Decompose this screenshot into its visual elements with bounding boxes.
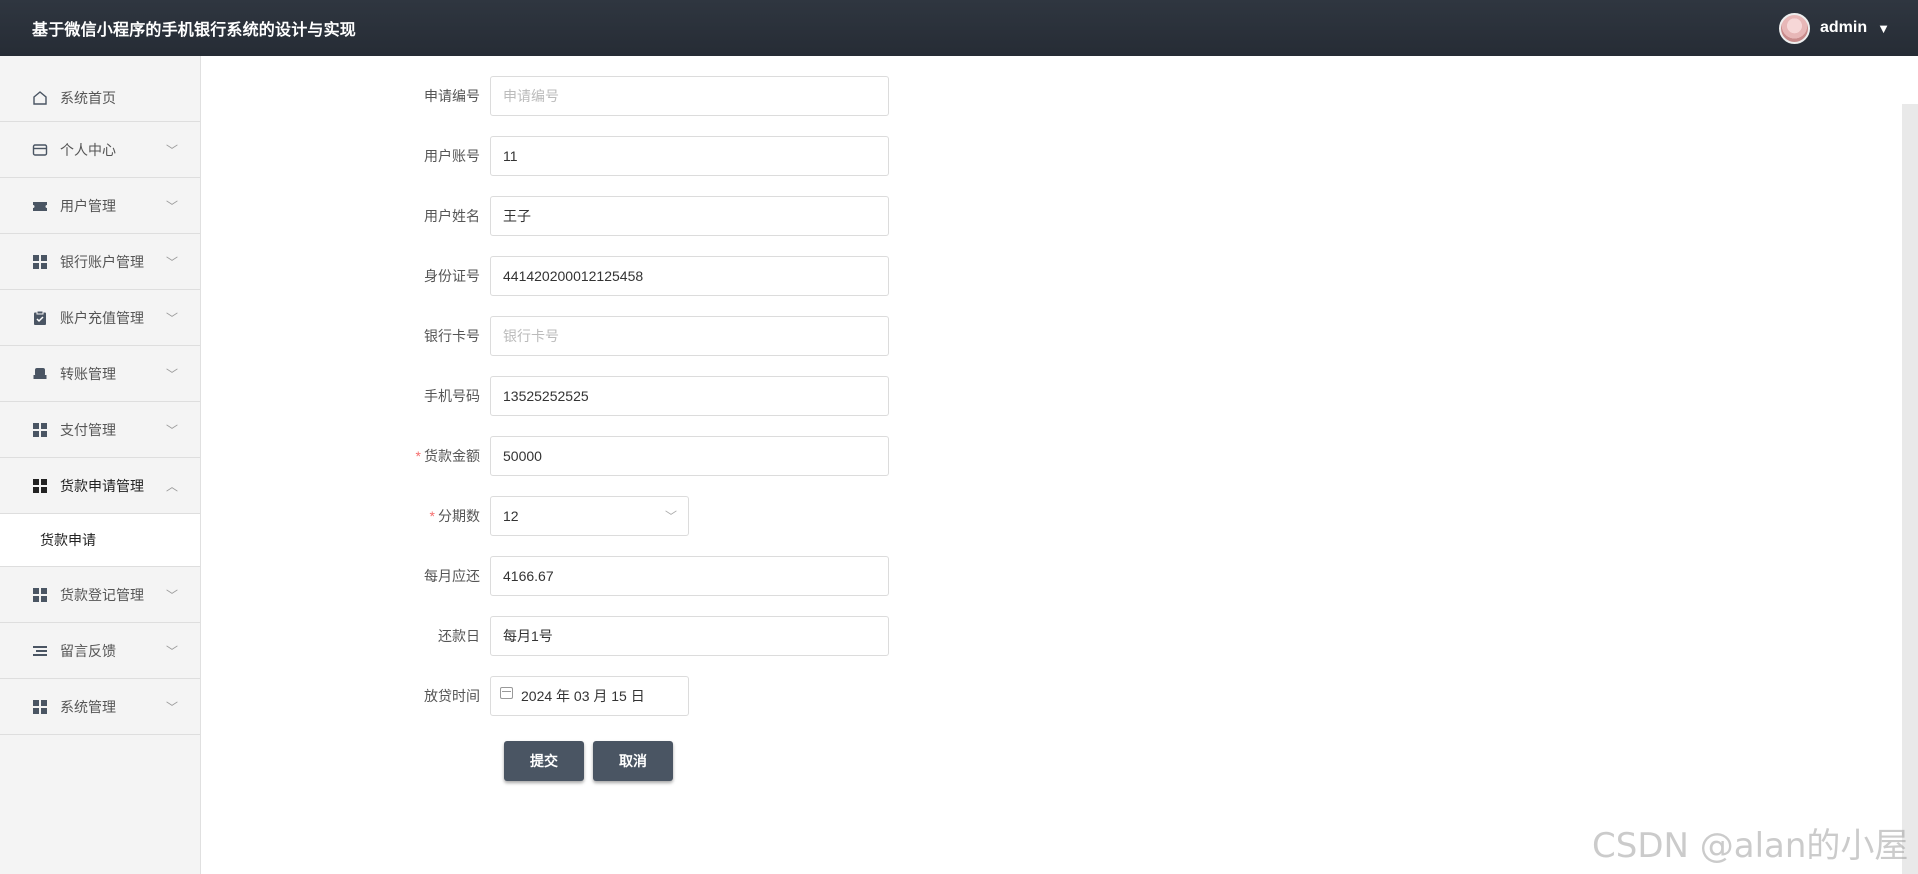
sidebar-item-system[interactable]: 系统管理 ﹀ bbox=[0, 679, 200, 735]
id-number-input[interactable] bbox=[490, 256, 889, 296]
form-row-loan-amount: * 货款金额 bbox=[202, 436, 889, 476]
avatar[interactable] bbox=[1779, 12, 1810, 44]
field-label: * 分期数 bbox=[202, 506, 490, 526]
form-row-application-no: 申请编号 bbox=[202, 76, 889, 116]
form-row-phone: 手机号码 bbox=[202, 376, 889, 416]
sidebar-item-label: 系统首页 bbox=[60, 89, 116, 106]
sidebar: 系统首页 个人中心 ﹀ 用户管理 ﹀ 银行账户管理 ﹀ 账户充值管理 ﹀ 转账管… bbox=[0, 56, 201, 874]
application-no-input[interactable] bbox=[490, 76, 889, 116]
sidebar-item-label: 系统管理 bbox=[60, 698, 116, 715]
chevron-down-icon: ﹀ bbox=[165, 199, 178, 213]
sidebar-item-label: 用户管理 bbox=[60, 197, 116, 214]
chevron-down-icon: ﹀ bbox=[165, 367, 178, 381]
caret-down-icon[interactable]: ▼ bbox=[1877, 21, 1890, 36]
sidebar-item-users[interactable]: 用户管理 ﹀ bbox=[0, 178, 200, 234]
grid-icon bbox=[31, 698, 48, 715]
ticket-icon bbox=[31, 197, 48, 214]
loan-date-input[interactable] bbox=[490, 676, 689, 716]
sidebar-item-bank-accounts[interactable]: 银行账户管理 ﹀ bbox=[0, 234, 200, 290]
sidebar-item-transfer[interactable]: 转账管理 ﹀ bbox=[0, 346, 200, 402]
user-name-input[interactable] bbox=[490, 196, 889, 236]
chevron-down-icon: ﹀ bbox=[664, 509, 677, 524]
installments-select[interactable]: ﹀ bbox=[490, 496, 689, 536]
sidebar-item-profile[interactable]: 个人中心 ﹀ bbox=[0, 122, 200, 178]
chevron-up-icon: ︿ bbox=[165, 479, 178, 493]
sidebar-item-label: 货款登记管理 bbox=[60, 586, 144, 603]
form-row-monthly-payment: 每月应还 bbox=[202, 556, 889, 596]
field-label: 用户账号 bbox=[424, 148, 480, 164]
field-label: 申请编号 bbox=[424, 88, 480, 104]
top-bar: 基于微信小程序的手机银行系统的设计与实现 admin ▼ bbox=[0, 0, 1918, 56]
sidebar-item-label: 个人中心 bbox=[60, 141, 116, 158]
field-label: 放贷时间 bbox=[424, 688, 480, 704]
form-row-id-number: 身份证号 bbox=[202, 256, 889, 296]
field-label: 每月应还 bbox=[424, 568, 480, 584]
card-icon bbox=[31, 141, 48, 158]
field-label: * 货款金额 bbox=[202, 446, 490, 466]
loan-amount-input[interactable] bbox=[490, 436, 889, 476]
form-row-repay-day: 还款日 bbox=[202, 616, 889, 656]
printer-icon bbox=[31, 365, 48, 382]
field-label: 身份证号 bbox=[424, 268, 480, 284]
form-row-user-name: 用户姓名 bbox=[202, 196, 889, 236]
chevron-down-icon: ﹀ bbox=[165, 644, 178, 658]
grid-icon bbox=[31, 421, 48, 438]
sidebar-item-label: 货款申请管理 bbox=[60, 477, 144, 494]
sidebar-item-label: 转账管理 bbox=[60, 365, 116, 382]
sidebar-item-home[interactable]: 系统首页 bbox=[0, 74, 200, 122]
field-label: 银行卡号 bbox=[424, 328, 480, 344]
repay-day-input[interactable] bbox=[490, 616, 889, 656]
chevron-down-icon: ﹀ bbox=[165, 311, 178, 325]
chevron-down-icon: ﹀ bbox=[165, 588, 178, 602]
calendar-icon bbox=[500, 687, 513, 699]
chevron-down-icon: ﹀ bbox=[165, 255, 178, 269]
sidebar-item-label: 账户充值管理 bbox=[60, 309, 144, 326]
grid-icon bbox=[31, 586, 48, 603]
chevron-down-icon: ﹀ bbox=[165, 143, 178, 157]
monthly-payment-input[interactable] bbox=[490, 556, 889, 596]
form-row-user-account: 用户账号 bbox=[202, 136, 889, 176]
field-label: 手机号码 bbox=[424, 388, 480, 404]
phone-input[interactable] bbox=[490, 376, 889, 416]
required-asterisk: * bbox=[429, 508, 435, 524]
list-icon bbox=[31, 642, 48, 659]
grid-icon bbox=[31, 477, 48, 494]
grid-icon bbox=[31, 253, 48, 270]
chevron-down-icon: ﹀ bbox=[165, 700, 178, 714]
user-account-input[interactable] bbox=[490, 136, 889, 176]
cancel-button[interactable]: 取消 bbox=[593, 741, 673, 781]
main-content: 申请编号 用户账号 用户姓名 身份证号 银行卡号 手机号码 *货款金额 *分期数… bbox=[202, 56, 1902, 874]
sidebar-item-label: 支付管理 bbox=[60, 421, 116, 438]
installments-select-value[interactable] bbox=[490, 496, 689, 536]
field-label: 还款日 bbox=[438, 628, 480, 644]
form-row-bank-card: 银行卡号 bbox=[202, 316, 889, 356]
form-row-loan-date: 放贷时间 bbox=[202, 676, 689, 716]
clipboard-icon bbox=[31, 309, 48, 326]
field-label: 用户姓名 bbox=[424, 208, 480, 224]
sidebar-item-label: 留言反馈 bbox=[60, 642, 116, 659]
user-menu[interactable]: admin ▼ bbox=[1779, 12, 1890, 44]
submit-button[interactable]: 提交 bbox=[504, 741, 584, 781]
sidebar-item-feedback[interactable]: 留言反馈 ﹀ bbox=[0, 623, 200, 679]
watermark: CSDN @alan的小屋 bbox=[1592, 826, 1909, 866]
app-title: 基于微信小程序的手机银行系统的设计与实现 bbox=[32, 22, 357, 39]
sidebar-item-loan-applications[interactable]: 货款申请管理 ︿ bbox=[0, 458, 200, 514]
required-asterisk: * bbox=[415, 448, 421, 464]
submenu-item-loan-application[interactable]: 货款申请 bbox=[0, 514, 200, 567]
sidebar-item-recharge[interactable]: 账户充值管理 ﹀ bbox=[0, 290, 200, 346]
bank-card-input[interactable] bbox=[490, 316, 889, 356]
username[interactable]: admin bbox=[1820, 19, 1867, 37]
field-label-text: 分期数 bbox=[438, 508, 480, 524]
sidebar-item-label: 银行账户管理 bbox=[60, 253, 144, 270]
form-row-installments: *分期数 ﹀ bbox=[202, 496, 689, 536]
scrollbar[interactable] bbox=[1902, 104, 1918, 874]
field-label-text: 货款金额 bbox=[424, 448, 480, 464]
home-icon bbox=[31, 89, 48, 106]
form-actions: 提交 取消 bbox=[504, 741, 673, 781]
loan-date-picker[interactable] bbox=[490, 676, 689, 716]
chevron-down-icon: ﹀ bbox=[165, 423, 178, 437]
sidebar-item-loan-records[interactable]: 货款登记管理 ﹀ bbox=[0, 567, 200, 623]
sidebar-item-payments[interactable]: 支付管理 ﹀ bbox=[0, 402, 200, 458]
